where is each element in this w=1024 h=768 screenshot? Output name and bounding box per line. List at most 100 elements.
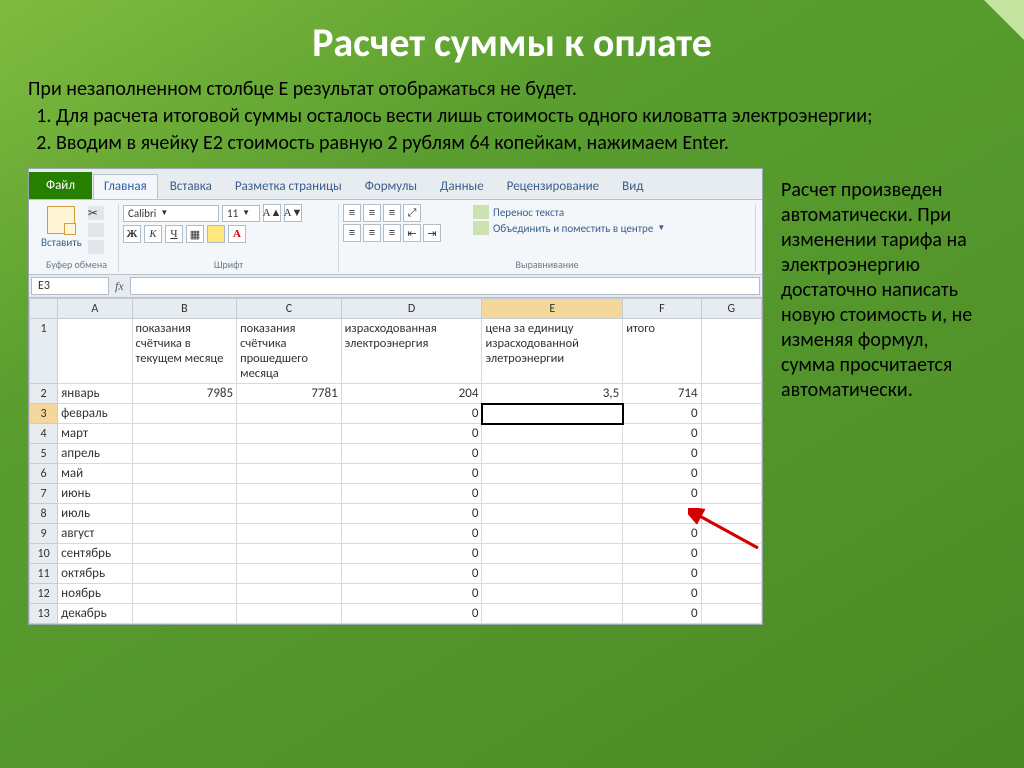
cell-B11[interactable] [132,564,237,584]
decrease-indent-button[interactable]: ⇤ [403,224,421,242]
row-2-header[interactable]: 2 [30,384,58,404]
italic-button[interactable]: К [144,225,162,243]
tab-review[interactable]: Рецензирование [496,174,610,199]
cell-E1[interactable]: цена за единицу израсходованной элетроэн… [482,319,623,384]
format-painter-icon[interactable] [88,240,104,254]
cell-D1[interactable]: израсходованная электроэнергия [341,319,482,384]
cell-B7[interactable] [132,484,237,504]
cell-F13[interactable]: 0 [623,604,701,624]
cell-E13[interactable] [482,604,623,624]
cell-E2[interactable]: 3,5 [482,384,623,404]
tab-formulas[interactable]: Формулы [354,174,428,199]
cell-D13[interactable]: 0 [341,604,482,624]
cell-B8[interactable] [132,504,237,524]
cell-E6[interactable] [482,464,623,484]
cell-A1[interactable] [58,319,132,384]
cell-A4[interactable]: март [58,424,132,444]
cell-A3[interactable]: февраль [58,404,132,424]
col-E[interactable]: E [482,299,623,319]
bold-button[interactable]: Ж [123,225,141,243]
row-13-header[interactable]: 13 [30,604,58,624]
tab-insert[interactable]: Вставка [159,174,223,199]
cell-G4[interactable] [701,424,761,444]
cell-C7[interactable] [237,484,342,504]
cell-G13[interactable] [701,604,761,624]
cell-G12[interactable] [701,584,761,604]
row-9-header[interactable]: 9 [30,524,58,544]
cell-B1[interactable]: показания счётчика в текущем месяце [132,319,237,384]
align-center-button[interactable]: ≡ [363,224,381,242]
col-F[interactable]: F [623,299,701,319]
cell-G11[interactable] [701,564,761,584]
row-5-header[interactable]: 5 [30,444,58,464]
cell-G3[interactable] [701,404,761,424]
cell-E12[interactable] [482,584,623,604]
cell-A9[interactable]: август [58,524,132,544]
cell-F11[interactable]: 0 [623,564,701,584]
cell-F12[interactable]: 0 [623,584,701,604]
underline-button[interactable]: Ч [165,225,183,243]
fx-icon[interactable]: fx [109,279,130,294]
col-G[interactable]: G [701,299,761,319]
cell-E7[interactable] [482,484,623,504]
cell-E3[interactable] [482,404,623,424]
col-C[interactable]: C [237,299,342,319]
merge-center-button[interactable]: Объединить и поместить в центре ▼ [471,220,747,236]
cell-G2[interactable] [701,384,761,404]
grow-font-button[interactable]: A▲ [263,204,281,222]
cell-C11[interactable] [237,564,342,584]
cell-C3[interactable] [237,404,342,424]
row-12-header[interactable]: 12 [30,584,58,604]
cell-B6[interactable] [132,464,237,484]
border-button[interactable]: ▦ [186,225,204,243]
cell-G7[interactable] [701,484,761,504]
tab-file[interactable]: Файл [29,172,92,199]
cell-C2[interactable]: 7781 [237,384,342,404]
row-4-header[interactable]: 4 [30,424,58,444]
cell-G1[interactable] [701,319,761,384]
cell-B4[interactable] [132,424,237,444]
cell-B3[interactable] [132,404,237,424]
cell-D9[interactable]: 0 [341,524,482,544]
paste-button[interactable]: Вставить [39,204,84,256]
cell-E4[interactable] [482,424,623,444]
cell-D12[interactable]: 0 [341,584,482,604]
cell-F4[interactable]: 0 [623,424,701,444]
col-A[interactable]: A [58,299,132,319]
cell-E11[interactable] [482,564,623,584]
col-D[interactable]: D [341,299,482,319]
cell-F2[interactable]: 714 [623,384,701,404]
col-B[interactable]: B [132,299,237,319]
cell-F5[interactable]: 0 [623,444,701,464]
tab-data[interactable]: Данные [429,174,495,199]
cell-A7[interactable]: июнь [58,484,132,504]
cell-G6[interactable] [701,464,761,484]
cell-E8[interactable] [482,504,623,524]
row-11-header[interactable]: 11 [30,564,58,584]
cell-A13[interactable]: декабрь [58,604,132,624]
cell-C1[interactable]: показания счётчика прошедшего месяца [237,319,342,384]
font-name-combo[interactable]: Calibri▼ [123,205,219,222]
cell-F7[interactable]: 0 [623,484,701,504]
worksheet[interactable]: A B C D E F G 1 показания счётчика в тек… [29,298,762,624]
cell-F3[interactable]: 0 [623,404,701,424]
cell-D4[interactable]: 0 [341,424,482,444]
fill-color-button[interactable] [207,225,225,243]
cell-B2[interactable]: 7985 [132,384,237,404]
font-color-button[interactable]: A [228,225,246,243]
tab-home[interactable]: Главная [93,174,158,199]
cell-F1[interactable]: итого [623,319,701,384]
cell-E9[interactable] [482,524,623,544]
cell-B5[interactable] [132,444,237,464]
cut-icon[interactable]: ✂ [88,206,104,220]
cell-F6[interactable]: 0 [623,464,701,484]
cell-C9[interactable] [237,524,342,544]
formula-bar[interactable] [130,277,760,295]
cell-D7[interactable]: 0 [341,484,482,504]
row-8-header[interactable]: 8 [30,504,58,524]
orientation-button[interactable]: ⤢ [403,204,421,222]
row-10-header[interactable]: 10 [30,544,58,564]
cell-D2[interactable]: 204 [341,384,482,404]
row-1-header[interactable]: 1 [30,319,58,384]
cell-E5[interactable] [482,444,623,464]
